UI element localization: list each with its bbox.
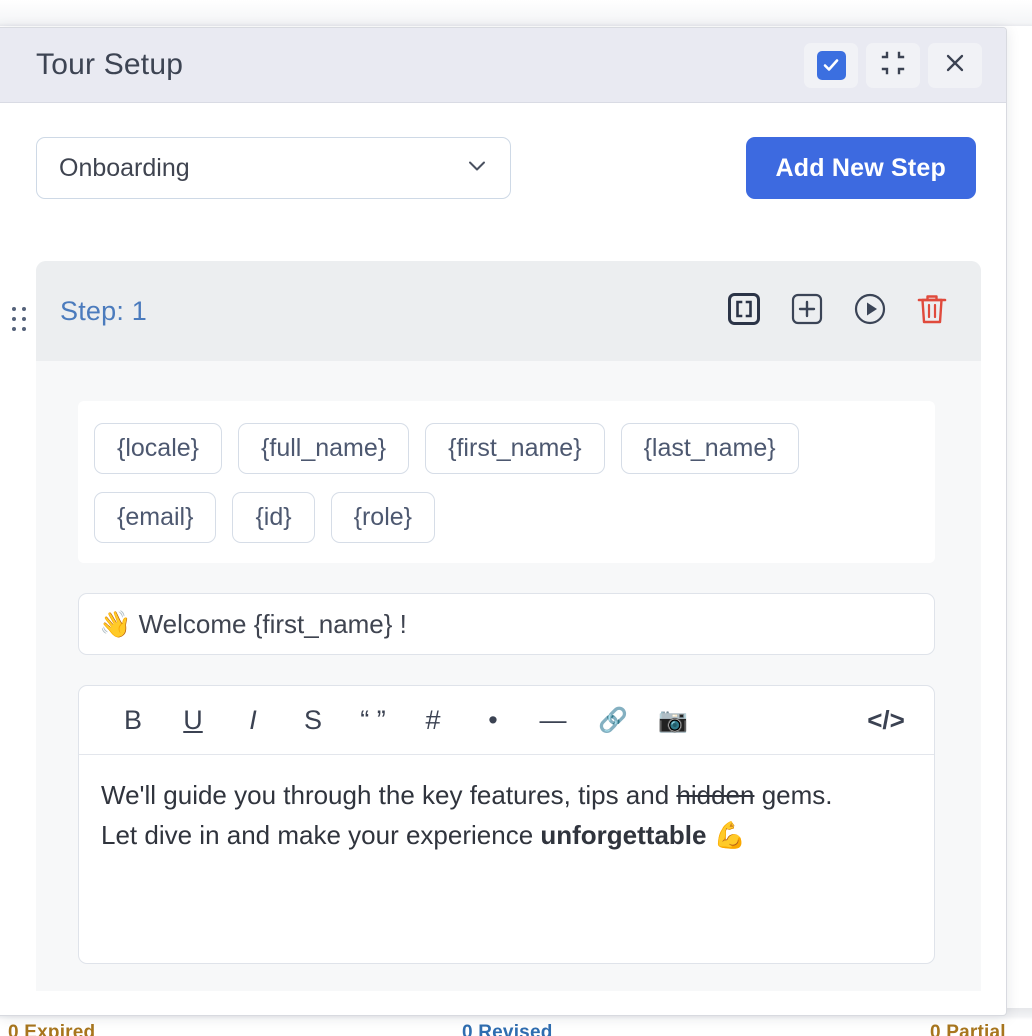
editor-bold-text: unforgettable	[540, 820, 707, 851]
step-label: Step: 1	[60, 295, 147, 326]
heading-button[interactable]: #	[403, 695, 463, 745]
editor-content[interactable]: We'll guide you through the key features…	[79, 755, 934, 963]
step-card-header: Step: 1	[36, 261, 981, 361]
grip-dot	[12, 307, 16, 311]
close-icon	[941, 49, 969, 82]
editor-text: We'll guide you through the key features…	[101, 780, 677, 810]
editor-text: gems.	[754, 780, 833, 810]
preview-button[interactable]	[852, 291, 888, 332]
status-revised-count: 0 Revised	[462, 1022, 553, 1036]
checkbox-checked-icon	[816, 50, 846, 80]
variable-chip[interactable]: {locale}	[94, 423, 223, 474]
variable-chip[interactable]: {first_name}	[425, 423, 605, 474]
image-button[interactable]: 📷	[643, 695, 703, 745]
editor-text: Let dive in and make your experience	[101, 820, 541, 851]
collapse-button[interactable]	[866, 42, 920, 88]
link-button[interactable]: 🔗	[583, 695, 643, 745]
editor-line: Let dive in and make your experience unf…	[101, 815, 912, 855]
variable-chip[interactable]: {full_name}	[238, 423, 410, 474]
strikethrough-button[interactable]: S	[283, 695, 343, 745]
grip-dot	[22, 307, 26, 311]
step-content-editor: B U I S “ ” # • — 🔗 📷 </> We'll guide yo…	[78, 685, 935, 964]
tour-setup-modal: Tour Setup Onboarding Add New Step Step:…	[0, 27, 1007, 1016]
collapse-icon	[879, 49, 907, 82]
delete-button[interactable]	[915, 291, 949, 332]
brackets-button[interactable]	[726, 291, 762, 332]
close-button[interactable]	[928, 42, 982, 88]
brackets-icon	[726, 291, 762, 332]
tour-select-value: Onboarding	[59, 153, 190, 182]
plus-square-icon	[789, 291, 825, 332]
variable-chip[interactable]: {email}	[94, 492, 217, 543]
code-view-button[interactable]: </>	[860, 695, 912, 745]
variable-chip[interactable]: {last_name}	[620, 423, 799, 474]
editor-toolbar: B U I S “ ” # • — 🔗 📷 </>	[79, 686, 934, 755]
editor-strikethrough-text: hidden	[676, 780, 755, 810]
status-expired-count: 0 Expired	[8, 1022, 96, 1036]
modal-toolbar: Onboarding Add New Step	[0, 103, 1006, 199]
editor-text: 💪	[706, 820, 747, 851]
status-partial-count: 0 Partial	[930, 1022, 1006, 1036]
variables-row: {locale} {full_name} {first_name} {last_…	[94, 423, 919, 474]
modal-body: Onboarding Add New Step Step: 1 {locale}…	[0, 103, 1006, 991]
italic-button[interactable]: I	[223, 695, 283, 745]
variables-panel: {locale} {full_name} {first_name} {last_…	[78, 401, 935, 563]
variables-row: {email} {id} {role}	[94, 492, 919, 543]
page-title: Tour Setup	[36, 48, 184, 81]
background-top-shade	[0, 0, 1032, 26]
step-title-input[interactable]: 👋 Welcome {first_name} !	[78, 593, 935, 655]
chevron-down-icon	[464, 153, 490, 184]
drag-handle[interactable]	[12, 307, 28, 333]
underline-button[interactable]: U	[163, 695, 223, 745]
horizontal-rule-button[interactable]: —	[523, 695, 583, 745]
trash-icon	[915, 291, 949, 332]
variable-chip[interactable]: {role}	[330, 492, 436, 543]
play-circle-icon	[852, 291, 888, 332]
editor-line: We'll guide you through the key features…	[101, 775, 912, 815]
modal-header-actions	[804, 42, 982, 88]
step-card-actions	[726, 291, 949, 332]
step-card: Step: 1 {locale} {full_name} {first_name…	[36, 261, 981, 991]
grip-dot	[12, 317, 16, 321]
variable-chip[interactable]: {id}	[232, 492, 315, 543]
add-new-step-button[interactable]: Add New Step	[745, 137, 976, 199]
step-card-body: {locale} {full_name} {first_name} {last_…	[36, 361, 981, 991]
confirm-checkbox[interactable]	[804, 42, 858, 88]
modal-header: Tour Setup	[0, 28, 1006, 103]
tour-select[interactable]: Onboarding	[36, 137, 511, 199]
bullet-list-button[interactable]: •	[463, 695, 523, 745]
grip-dot	[22, 317, 26, 321]
grip-dot	[12, 327, 16, 331]
step-list: Step: 1 {locale} {full_name} {first_name…	[0, 261, 1006, 991]
quote-button[interactable]: “ ”	[343, 695, 403, 745]
grip-dot	[22, 327, 26, 331]
bold-button[interactable]: B	[103, 695, 163, 745]
add-button[interactable]	[789, 291, 825, 332]
